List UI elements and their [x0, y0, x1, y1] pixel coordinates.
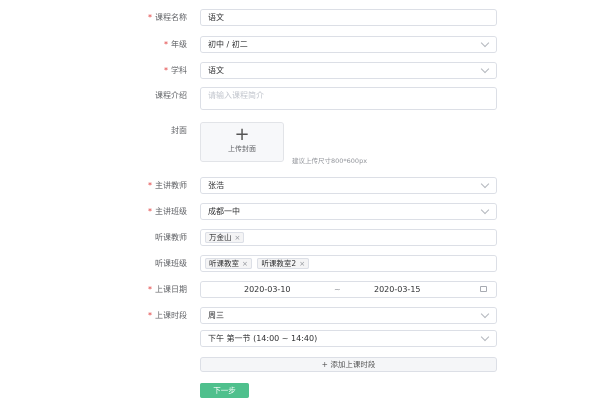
plus-icon: +	[234, 124, 250, 145]
intro-textarea[interactable]: 请输入课程简介	[200, 87, 497, 110]
close-icon[interactable]: ×	[242, 260, 248, 268]
teacher-tag: 万金山 ×	[205, 232, 245, 243]
next-step-button[interactable]: 下一步	[200, 383, 249, 398]
period-select[interactable]: 下午 第一节 (14:00 ~ 14:40)	[200, 330, 497, 347]
upload-label: 上传封面	[228, 145, 256, 153]
close-icon[interactable]: ×	[299, 260, 305, 268]
subject-label: * 学科	[164, 66, 187, 75]
teacher-label: * 主讲教师	[148, 181, 187, 190]
date-label: * 上课日期	[148, 285, 187, 294]
chevron-down-icon	[480, 309, 490, 319]
listen-class-select[interactable]: 听课教室 × 听课教室2 ×	[200, 255, 497, 272]
close-icon[interactable]: ×	[235, 234, 241, 242]
chevron-down-icon	[480, 179, 490, 189]
listen-class-label: 听课班级	[155, 259, 187, 268]
start-date[interactable]: 2020-03-10	[244, 282, 291, 297]
listen-teacher-label: 听课教师	[155, 233, 187, 242]
cover-label: 封面	[171, 126, 187, 135]
calendar-icon	[480, 286, 487, 292]
class-tag: 听课教室2 ×	[257, 258, 310, 269]
subject-select[interactable]: 语文	[200, 62, 497, 79]
end-date[interactable]: 2020-03-15	[374, 282, 421, 297]
cover-upload-button[interactable]: + 上传封面	[200, 122, 284, 162]
class-label: * 主讲班级	[148, 207, 187, 216]
chevron-down-icon	[480, 332, 490, 342]
weekday-select[interactable]: 周三	[200, 307, 497, 324]
course-name-label: * 课程名称	[148, 13, 187, 22]
cover-size-hint: 建议上传尺寸800*600px	[292, 157, 368, 165]
grade-label: * 年级	[164, 40, 187, 49]
chevron-down-icon	[480, 38, 490, 48]
class-tag: 听课教室 ×	[205, 258, 252, 269]
add-time-slot-button[interactable]: + 添加上课时段	[200, 357, 497, 372]
course-name-input[interactable]: 语文	[200, 9, 497, 26]
teacher-select[interactable]: 张浩	[200, 177, 497, 194]
chevron-down-icon	[480, 205, 490, 215]
grade-select[interactable]: 初中 / 初二	[200, 36, 497, 53]
date-range-picker[interactable]: 2020-03-10 ~ 2020-03-15	[200, 281, 497, 298]
listen-teacher-select[interactable]: 万金山 ×	[200, 229, 497, 246]
intro-label: 课程介绍	[155, 91, 187, 100]
chevron-down-icon	[480, 64, 490, 74]
date-separator: ~	[334, 285, 341, 294]
time-label: * 上课时段	[148, 311, 187, 320]
class-select[interactable]: 成都一中	[200, 203, 497, 220]
